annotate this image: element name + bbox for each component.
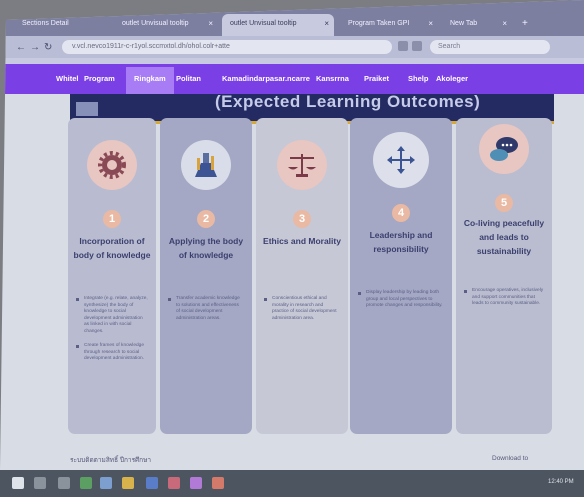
address-bar: ← → ↻ v.vcl.nevco1911r-c-r1yol.sccmxtol.…	[0, 36, 584, 58]
outcome-title: Incorporation of body of knowledge	[73, 236, 151, 260]
edge-icon[interactable]	[146, 477, 158, 489]
outcome-bullets: Transfer academic knowledge to solutions…	[168, 296, 244, 330]
footer-note: ระบบติดตามสิทธิ์ ปีการศึกษา	[70, 457, 152, 464]
browser-tab[interactable]: New Tab ×	[442, 14, 512, 36]
close-icon[interactable]: ×	[502, 19, 507, 28]
move-arrows-icon	[373, 132, 429, 188]
nav-item[interactable]: Politan	[176, 74, 201, 83]
footer-link[interactable]: Download to	[492, 455, 528, 462]
projected-screen: Sections Detail outlet Unvisual tooltip …	[0, 0, 584, 470]
tab-label: outlet Unvisual tooltip	[122, 20, 189, 27]
excel-icon[interactable]	[80, 477, 92, 489]
tab-label: Program Taken GPI	[348, 20, 410, 27]
list-item: Display leadership by leading both group…	[358, 290, 444, 310]
browser-tab-bar: Sections Detail outlet Unvisual tooltip …	[0, 0, 584, 36]
tab-label: Sections Detail	[22, 20, 69, 27]
extension-icon[interactable]	[412, 41, 422, 51]
outcome-number: 3	[293, 210, 311, 228]
close-icon[interactable]: ×	[428, 19, 433, 28]
folder-icon[interactable]	[122, 477, 134, 489]
back-arrow-icon[interactable]: ←	[16, 42, 26, 53]
nav-item-selected[interactable]: Ringkam	[126, 67, 174, 94]
outcome-card-5: 5 Co-living peacefully and leads to sust…	[456, 118, 552, 434]
outcome-card-2: 2 Applying the body of knowledge Transfe…	[160, 118, 252, 434]
outcome-bullets: Display leadership by leading both group…	[358, 290, 444, 318]
outcome-number: 1	[103, 210, 121, 228]
browser-tab[interactable]: Program Taken GPI ×	[340, 14, 438, 36]
chat-bubbles-icon	[479, 124, 529, 174]
outcome-title: Ethics and Morality	[263, 236, 341, 246]
bookmark-star-icon[interactable]	[398, 41, 408, 51]
outcome-card-1: 1 Incorporation of body of knowledge Int…	[68, 118, 156, 434]
list-item: Integrate (e.g. relate, analyze, synthes…	[76, 296, 148, 335]
tab-label: outlet Unvisual tooltip	[230, 20, 297, 27]
outcome-card-3: 3 Ethics and Morality Conscientious ethi…	[256, 118, 348, 434]
new-tab-button[interactable]: +	[516, 14, 536, 36]
clock: 12:40 PM	[548, 479, 574, 485]
nav-item[interactable]: Program	[84, 74, 115, 83]
scales-icon	[277, 140, 327, 190]
nav-item[interactable]: Praiket	[364, 74, 389, 83]
outcome-bullets: Conscientious ethical and morality in re…	[264, 296, 340, 330]
banner-title: (Expected Learning Outcomes)	[215, 92, 481, 111]
browser-tab[interactable]: outlet Unvisual tooltip ×	[114, 14, 218, 36]
task-view-icon[interactable]	[58, 477, 70, 489]
outcome-title: Co-living peacefully and leads to sustai…	[463, 218, 545, 256]
lab-flask-icon	[181, 140, 231, 190]
forward-arrow-icon[interactable]: →	[30, 42, 40, 53]
nav-item[interactable]: Shelp	[408, 74, 428, 83]
nav-item[interactable]: Kansrrna	[316, 74, 349, 83]
list-item: Encourage operatives, inclusively and su…	[464, 288, 544, 308]
outcome-number: 2	[197, 210, 215, 228]
reload-icon[interactable]: ↻	[44, 42, 52, 53]
banner-image	[76, 102, 98, 116]
word-icon[interactable]	[100, 477, 112, 489]
close-icon[interactable]: ×	[324, 19, 329, 28]
app-icon[interactable]	[168, 477, 180, 489]
outcome-title: Leadership and responsibility	[369, 230, 433, 254]
url-field[interactable]: v.vcl.nevco1911r-c-r1yol.sccmxtol.dh/oho…	[62, 40, 392, 54]
nav-item[interactable]: Akoleger	[436, 74, 468, 83]
outcome-card-4: 4 Leadership and responsibility Display …	[350, 118, 452, 434]
outcome-bullets: Integrate (e.g. relate, analyze, synthes…	[76, 296, 148, 371]
browser-icon[interactable]	[190, 477, 202, 489]
close-icon[interactable]: ×	[208, 19, 213, 28]
list-item: Create frames of knowledge through resea…	[76, 343, 148, 363]
outcome-title: Applying the body of knowledge	[168, 236, 244, 260]
nav-item[interactable]: Kamadindarpasar.ncarre	[222, 74, 310, 83]
list-item: Conscientious ethical and morality in re…	[264, 296, 340, 322]
outcome-number: 4	[392, 204, 410, 222]
app-icon[interactable]	[212, 477, 224, 489]
gear-icon	[87, 140, 137, 190]
start-icon[interactable]	[12, 477, 24, 489]
outcome-bullets: Encourage operatives, inclusively and su…	[464, 288, 544, 316]
list-item: Transfer academic knowledge to solutions…	[168, 296, 244, 322]
outcome-number: 5	[495, 194, 513, 212]
browser-tab[interactable]: Sections Detail	[14, 14, 110, 36]
nav-item[interactable]: Whitel	[56, 74, 79, 83]
search-input[interactable]: Search	[430, 40, 550, 54]
search-icon[interactable]	[34, 477, 46, 489]
browser-tab-active[interactable]: outlet Unvisual tooltip ×	[222, 14, 334, 36]
os-taskbar: 12:40 PM	[0, 470, 584, 497]
tab-label: New Tab	[450, 20, 478, 27]
site-navbar: Whitel Program Ringkam Politan Kamadinda…	[0, 64, 584, 94]
